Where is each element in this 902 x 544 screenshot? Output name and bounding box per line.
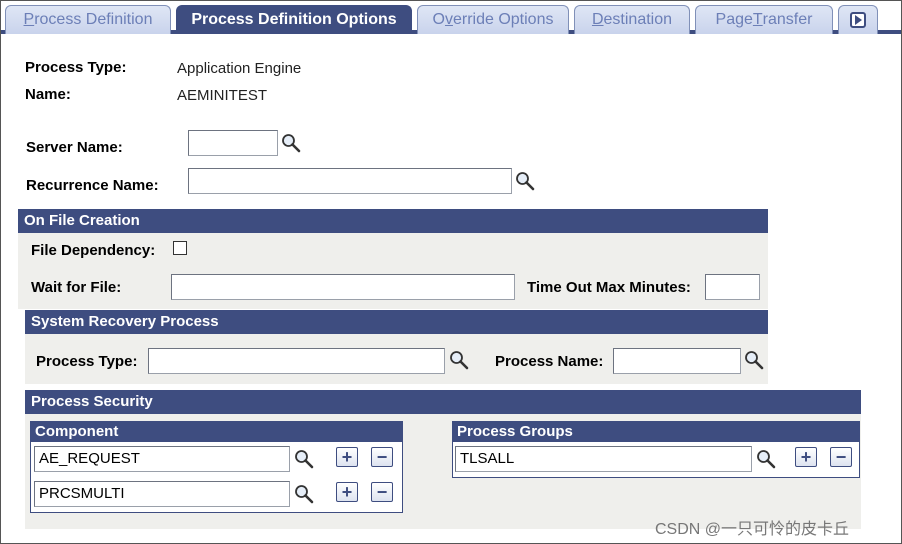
- process-type-label: Process Type:: [25, 59, 127, 76]
- file-dependency-label: File Dependency:: [31, 242, 156, 259]
- next-tab-button[interactable]: [838, 5, 878, 34]
- plus-icon: +: [341, 482, 353, 502]
- tab-override-options-underline: v: [444, 11, 453, 28]
- recurrence-name-input[interactable]: [188, 168, 512, 194]
- process-groups-grid-header: Process Groups: [453, 422, 859, 442]
- component-input-1[interactable]: AE_REQUEST: [34, 446, 290, 472]
- time-out-label: Time Out Max Minutes:: [527, 279, 691, 296]
- recurrence-name-label: Recurrence Name:: [26, 177, 159, 194]
- recovery-process-type-search-icon[interactable]: [448, 349, 470, 371]
- component-2-delete-button[interactable]: −: [371, 482, 393, 502]
- plus-icon: +: [800, 447, 812, 467]
- wait-for-file-input[interactable]: [171, 274, 515, 300]
- recovery-process-type-input[interactable]: [148, 348, 445, 374]
- server-name-label: Server Name:: [26, 139, 123, 156]
- name-value: AEMINITEST: [177, 87, 268, 104]
- component-2-search-icon[interactable]: [293, 483, 315, 505]
- watermark-text: CSDN @一只可怜的皮卡丘: [655, 521, 850, 538]
- process-group-input-1[interactable]: TLSALL: [455, 446, 752, 472]
- minus-icon: −: [376, 447, 388, 467]
- next-tab-icon: [850, 12, 866, 28]
- tab-bar: Process Definition Process Definition Op…: [1, 1, 901, 34]
- file-dependency-checkbox[interactable]: [173, 241, 187, 255]
- window: Process Definition Process Definition Op…: [0, 0, 902, 544]
- on-file-creation-header: On File Creation: [18, 209, 768, 233]
- tab-page-transfer-pre: Page: [715, 11, 753, 28]
- tab-process-definition-options-label: Process Definition Options: [191, 11, 397, 28]
- process-security-header: Process Security: [25, 390, 861, 414]
- server-name-input[interactable]: [188, 130, 278, 156]
- recovery-process-name-label: Process Name:: [495, 353, 604, 370]
- tab-page-transfer-underline: T: [752, 11, 763, 28]
- wait-for-file-label: Wait for File:: [31, 279, 122, 296]
- minus-icon: −: [376, 482, 388, 502]
- tab-destination[interactable]: Destination: [574, 5, 690, 34]
- tab-page-transfer-rest: ransfer: [762, 11, 813, 28]
- server-name-search-icon[interactable]: [280, 132, 302, 154]
- recovery-process-name-search-icon[interactable]: [743, 349, 765, 371]
- minus-icon: −: [835, 447, 847, 467]
- time-out-input[interactable]: [705, 274, 760, 300]
- tab-process-definition-options[interactable]: Process Definition Options: [176, 5, 412, 34]
- component-grid-header: Component: [31, 422, 402, 442]
- process-group-1-delete-button[interactable]: −: [830, 447, 852, 467]
- tab-process-definition-underline: P: [23, 11, 35, 28]
- recovery-process-type-label: Process Type:: [36, 353, 138, 370]
- component-1-delete-button[interactable]: −: [371, 447, 393, 467]
- tab-destination-rest: estination: [603, 11, 673, 28]
- tab-override-options-pre: O: [432, 11, 445, 28]
- plus-icon: +: [341, 447, 353, 467]
- component-input-2[interactable]: PRCSMULTI: [34, 481, 290, 507]
- tab-override-options[interactable]: Ov erride Options: [417, 5, 569, 34]
- component-2-add-button[interactable]: +: [336, 482, 358, 502]
- process-group-1-add-button[interactable]: +: [795, 447, 817, 467]
- recovery-process-name-input[interactable]: [613, 348, 741, 374]
- component-1-add-button[interactable]: +: [336, 447, 358, 467]
- component-1-search-icon[interactable]: [293, 448, 315, 470]
- tab-process-definition-rest: rocess Definition: [34, 11, 153, 28]
- name-label: Name:: [25, 86, 71, 103]
- tab-process-definition[interactable]: Process Definition: [5, 5, 171, 34]
- recurrence-name-search-icon[interactable]: [514, 170, 536, 192]
- tab-override-options-rest: erride Options: [452, 11, 554, 28]
- tab-destination-underline: D: [591, 11, 604, 28]
- system-recovery-header: System Recovery Process: [25, 310, 768, 334]
- process-group-1-search-icon[interactable]: [755, 448, 777, 470]
- tab-page-transfer[interactable]: Page Transfer: [695, 5, 833, 34]
- process-type-value: Application Engine: [177, 60, 302, 77]
